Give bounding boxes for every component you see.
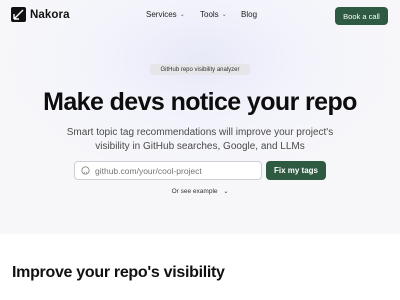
chevron-down-icon: ⌄ <box>223 189 229 195</box>
logo-icon <box>11 7 26 22</box>
nav-item-label: Tools <box>200 10 219 19</box>
hero-badge: GitHub repo visibility analyzer <box>150 64 250 75</box>
chevron-down-icon: ⌄ <box>221 12 227 18</box>
nav-item-label: Services <box>146 10 177 19</box>
see-example-link[interactable]: Or see example ⌄ <box>0 188 400 195</box>
top-nav: Nakora Services ⌄ Tools ⌄ Blog Book a ca… <box>0 0 400 32</box>
fix-tags-button[interactable]: Fix my tags <box>266 161 326 180</box>
hero-background <box>0 0 400 234</box>
nav-item-blog[interactable]: Blog <box>241 10 257 19</box>
hero-title: Make devs notice your repo <box>43 88 357 116</box>
nav-item-label: Blog <box>241 10 258 19</box>
see-example-label: Or see example <box>171 188 218 195</box>
nav-item-services[interactable]: Services ⌄ <box>146 10 185 19</box>
brand-logo[interactable]: Nakora <box>11 7 70 22</box>
chevron-down-icon: ⌄ <box>179 12 185 18</box>
hero-subtitle: Smart topic tag recommendations will imp… <box>66 127 334 152</box>
repo-url-field[interactable] <box>74 161 262 180</box>
book-call-button[interactable]: Book a call <box>335 7 388 25</box>
nav-item-tools[interactable]: Tools ⌄ <box>200 10 227 19</box>
brand-name: Nakora <box>30 8 70 21</box>
section-title: Improve your repo's visibility <box>12 264 225 281</box>
repo-url-input[interactable] <box>95 165 255 176</box>
github-icon <box>81 166 90 175</box>
